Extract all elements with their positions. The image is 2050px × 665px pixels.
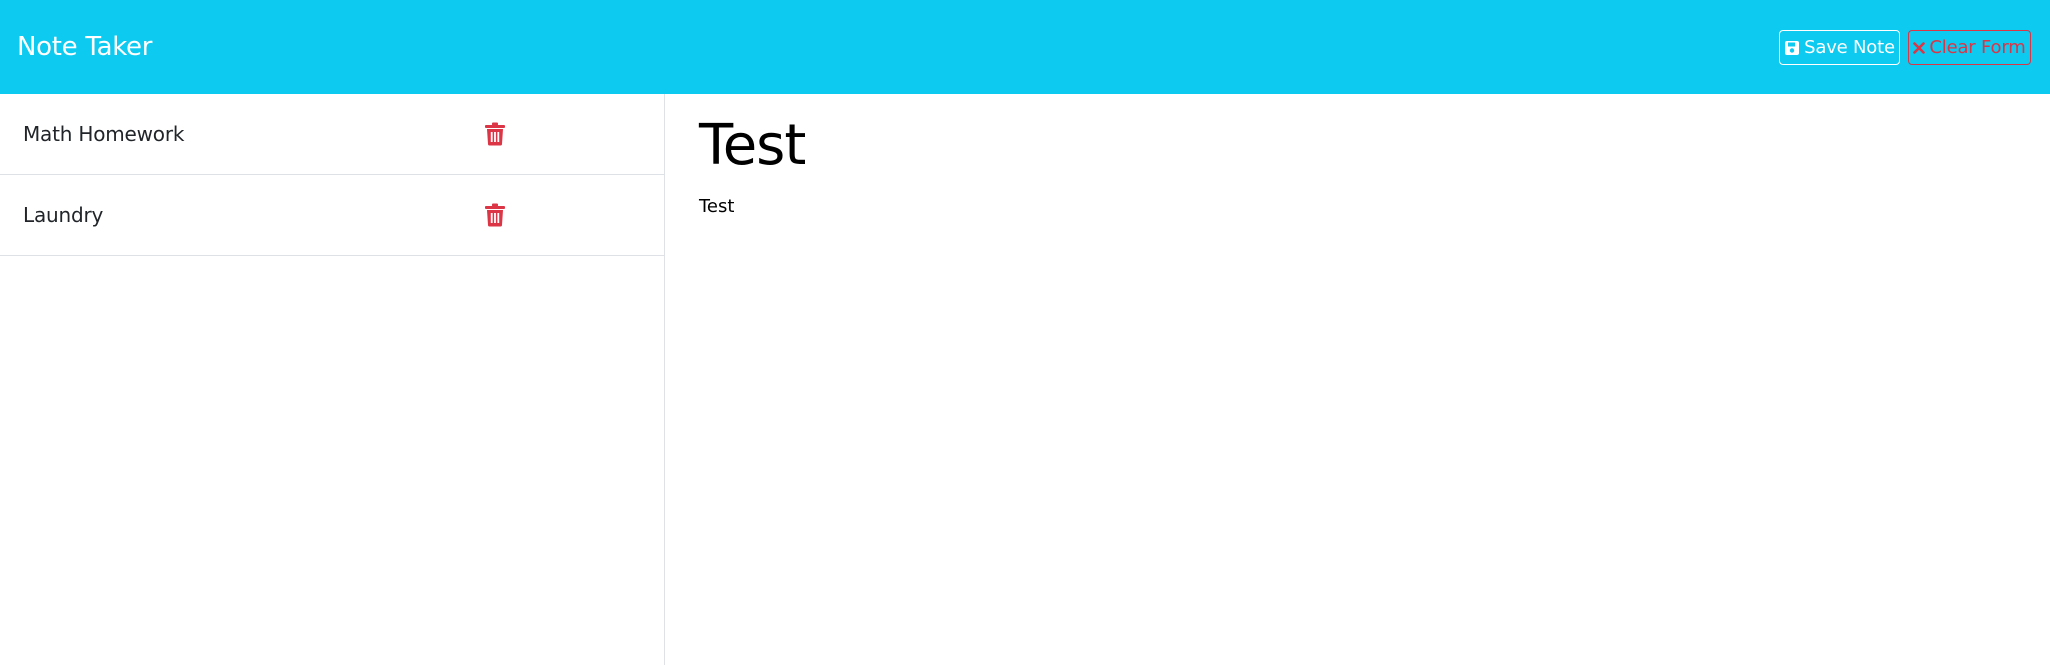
x-icon <box>1913 41 1926 54</box>
clear-form-button[interactable]: Clear Form <box>1908 30 2031 65</box>
navbar: Note Taker Save Note Clear Form <box>0 0 2050 94</box>
clear-form-label: Clear Form <box>1929 37 2026 58</box>
trash-icon[interactable] <box>484 203 506 227</box>
list-item[interactable]: Laundry <box>0 175 664 256</box>
notes-sidebar: Math Homework Laundry <box>0 94 665 665</box>
note-text-area[interactable]: Test <box>699 195 734 219</box>
note-editor: Test Test <box>665 94 2050 665</box>
note-title-input[interactable]: Test <box>699 112 806 180</box>
save-note-label: Save Note <box>1804 37 1895 58</box>
list-item[interactable]: Math Homework <box>0 94 664 175</box>
floppy-disk-icon <box>1785 40 1800 55</box>
trash-icon[interactable] <box>484 122 506 146</box>
save-note-button[interactable]: Save Note <box>1779 30 1900 65</box>
app-title[interactable]: Note Taker <box>17 30 152 64</box>
note-list-title: Math Homework <box>23 122 185 146</box>
note-list-title: Laundry <box>23 203 104 227</box>
